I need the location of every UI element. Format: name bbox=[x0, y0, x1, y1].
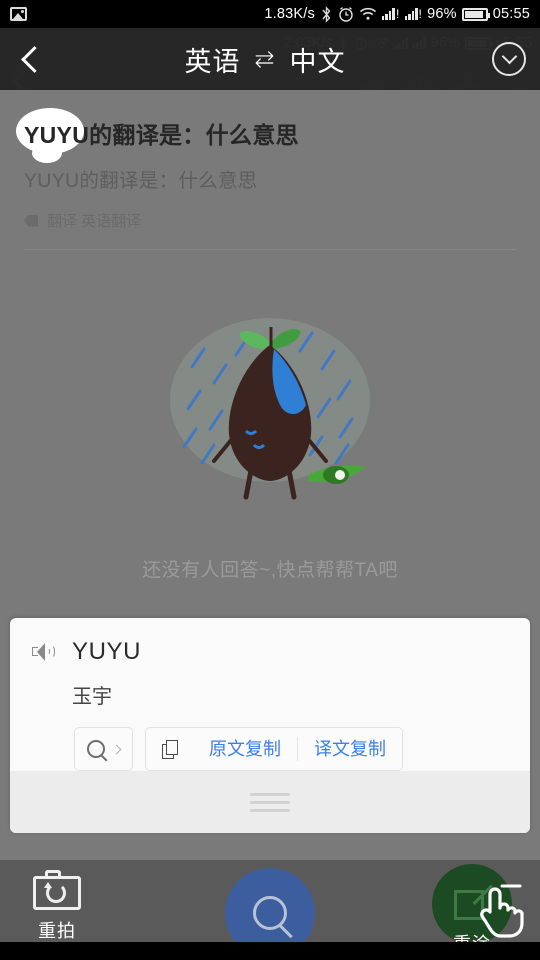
translation-result-card: YUYU 玉宇 原文复制 译文复制 bbox=[10, 618, 530, 833]
drag-handle-icon[interactable] bbox=[250, 792, 290, 812]
signal-bars-icon: ! bbox=[404, 7, 423, 21]
copy-translation-button[interactable]: 译文复制 bbox=[298, 727, 402, 771]
retake-button[interactable]: 重拍 bbox=[12, 870, 102, 943]
search-icon bbox=[87, 740, 105, 758]
chevron-right-icon bbox=[111, 744, 122, 754]
source-language-label: 英语 bbox=[184, 46, 241, 77]
status-right: 1.83K/s ! ! 96% 05:55 bbox=[264, 5, 530, 23]
language-pair-selector[interactable]: 英语 ⇆ 中文 bbox=[52, 40, 478, 79]
card-body: YUYU 玉宇 原文复制 译文复制 bbox=[10, 618, 530, 771]
target-language-label: 中文 bbox=[289, 46, 346, 77]
tag-icon bbox=[24, 214, 38, 227]
copy-source-button[interactable]: 原文复制 bbox=[193, 727, 297, 771]
signal-bars-icon: ! bbox=[381, 7, 400, 21]
pointer-hand-cursor bbox=[478, 884, 524, 940]
tags-label: 翻译 英语翻译 bbox=[47, 213, 142, 230]
collapse-button[interactable] bbox=[478, 28, 540, 90]
question-block: YUYU的翻译是：什么意思 YUYU的翻译是：什么意思 翻译 英语翻译 bbox=[0, 90, 540, 250]
copy-button-group: 原文复制 译文复制 bbox=[145, 727, 403, 771]
chevron-left-icon bbox=[20, 45, 48, 73]
clock: 05:55 bbox=[492, 6, 530, 22]
card-footer[interactable] bbox=[10, 771, 530, 833]
camera-retake-icon bbox=[33, 870, 81, 910]
retake-label: 重拍 bbox=[38, 921, 76, 941]
sad-seed-in-rain-illustration bbox=[170, 318, 370, 500]
empty-state-illustration bbox=[0, 280, 540, 540]
app-screen: 1.83K/s ! ! 96% 05:55 2.03K/s bbox=[0, 0, 540, 960]
search-icon bbox=[253, 896, 287, 930]
search-more-button[interactable] bbox=[74, 727, 133, 771]
battery-percent: 96% bbox=[427, 6, 457, 22]
image-icon bbox=[10, 7, 27, 21]
speaker-icon[interactable] bbox=[32, 642, 56, 662]
translated-word: 玉宇 bbox=[72, 686, 112, 708]
app-header: 英语 ⇆ 中文 bbox=[0, 28, 540, 90]
empty-state-message: 还没有人回答~,快点帮帮TA吧 bbox=[142, 560, 398, 581]
word-row: YUYU bbox=[32, 638, 508, 666]
bluetooth-icon bbox=[320, 5, 333, 23]
wifi-icon bbox=[359, 7, 377, 21]
system-navigation-bar bbox=[0, 942, 540, 960]
question-subtitle: YUYU的翻译是：什么意思 bbox=[24, 170, 258, 192]
status-left bbox=[10, 7, 27, 21]
alarm-icon bbox=[338, 6, 354, 22]
copy-icon bbox=[162, 739, 179, 759]
chevron-down-circle-icon bbox=[492, 42, 526, 76]
question-title: YUYU的翻译是：什么意思 bbox=[24, 122, 299, 148]
source-word: YUYU bbox=[72, 638, 142, 665]
status-bar: 1.83K/s ! ! 96% 05:55 bbox=[0, 0, 540, 28]
network-speed: 1.83K/s bbox=[264, 6, 315, 22]
divider bbox=[24, 249, 516, 250]
battery-icon bbox=[461, 7, 490, 21]
swap-languages-icon[interactable]: ⇆ bbox=[254, 45, 275, 74]
card-action-row: 原文复制 译文复制 bbox=[74, 727, 508, 771]
question-tags[interactable]: 翻译 英语翻译 bbox=[24, 210, 516, 231]
